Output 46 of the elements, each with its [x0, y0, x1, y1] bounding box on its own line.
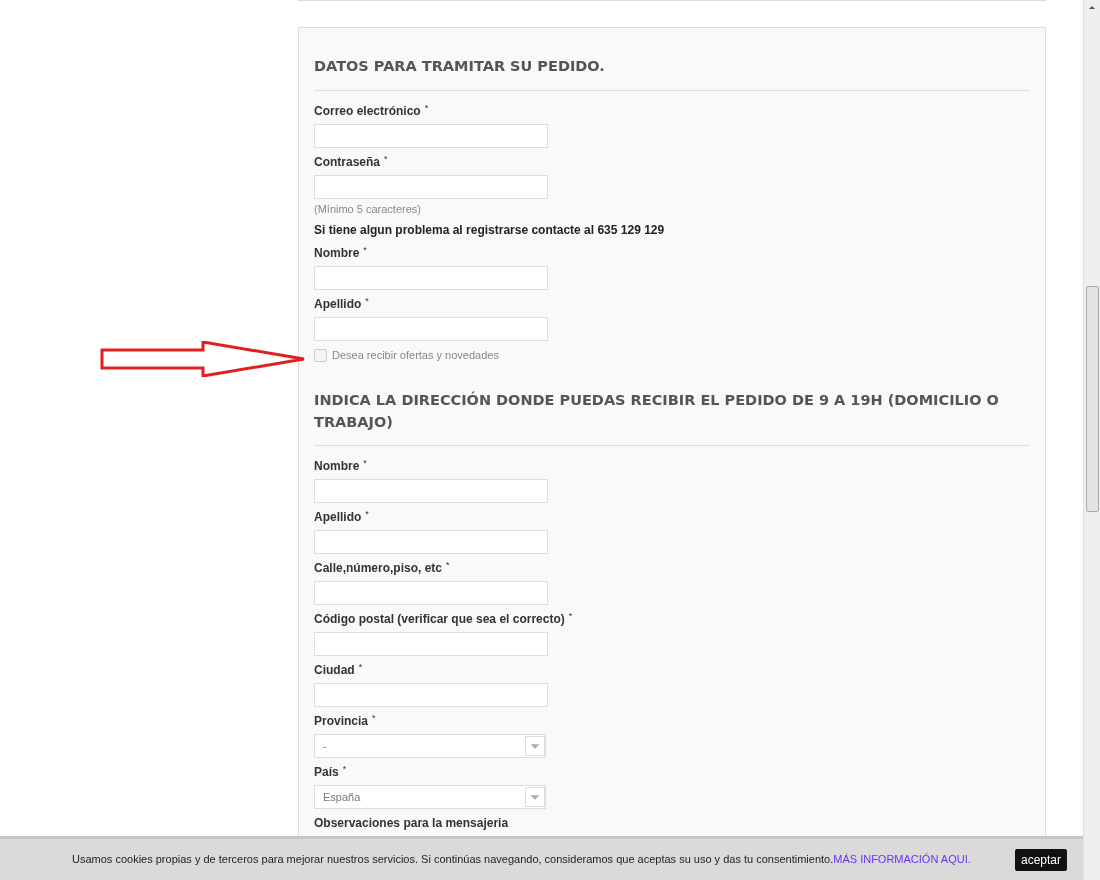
checkbox[interactable] [314, 349, 327, 362]
field-label: Observaciones para la mensajeria [314, 815, 509, 832]
input-field[interactable] [314, 683, 548, 708]
help-note: Si tiene algun problema al registrarse contacte al 635 129 129 [314, 222, 666, 240]
required-mark: * [342, 764, 347, 775]
field-label: Contraseña [314, 153, 381, 170]
input-field[interactable] [314, 530, 548, 555]
field-label: Calle,número,piso, etc [314, 560, 443, 577]
input-field[interactable] [314, 632, 548, 657]
input-field[interactable] [314, 123, 548, 148]
required-mark: * [568, 611, 573, 622]
scrollbar-thumb[interactable] [1085, 286, 1099, 512]
field-label: País [314, 764, 339, 781]
hint-text: (Mínimo 5 caracteres) [314, 201, 422, 217]
required-mark: * [424, 102, 429, 113]
input-field[interactable] [314, 479, 548, 504]
field-label: Apellido [314, 509, 362, 526]
section-heading: INDICA LA DIRECCIÓN DONDE PUEDAS RECIBIR EL PEDIDO DE 9 A 19H (DOMICILIO O TRABAJO) [314, 389, 1030, 447]
input-field[interactable] [314, 266, 548, 291]
accept-button[interactable]: aceptar [1014, 848, 1067, 871]
field-label: Provincia [314, 713, 369, 730]
required-mark: * [358, 662, 363, 673]
field-label: Código postal (verificar que sea el correcto) [314, 611, 565, 628]
required-mark: * [363, 245, 367, 256]
field-label: Correo electrónico [314, 102, 421, 119]
field-label: Ciudad [314, 662, 355, 679]
section-heading: DATOS PARA TRAMITAR SU PEDIDO. [314, 56, 1030, 91]
required-mark: * [372, 713, 376, 724]
input-field[interactable] [314, 581, 548, 606]
caret-icon [525, 787, 545, 808]
required-mark: * [384, 153, 388, 164]
required-mark: * [365, 296, 369, 307]
field-label: Nombre [314, 245, 360, 262]
field-label: Apellido [314, 296, 362, 313]
select-field[interactable]: - [314, 734, 546, 759]
required-mark: * [363, 458, 367, 469]
select-field[interactable]: España [314, 785, 546, 810]
input-field[interactable] [314, 317, 548, 342]
required-mark: * [446, 560, 450, 571]
caret-icon [525, 736, 545, 757]
required-mark: * [365, 509, 369, 520]
cookie-message: Usamos cookies propias y de terceros para mejorar nuestros servicios. Si continúas navegando, consideramos que aceptas su uso y das tu consentimiento.MÁS INFORMACIÓN AQUI. [72, 852, 971, 868]
checkbox-label: Desea recibir ofertas y novedades [332, 348, 499, 364]
field-label: Nombre [314, 458, 360, 475]
more-info-link[interactable]: MÁS INFORMACIÓN AQUI. [833, 853, 971, 866]
input-field[interactable] [314, 174, 548, 199]
